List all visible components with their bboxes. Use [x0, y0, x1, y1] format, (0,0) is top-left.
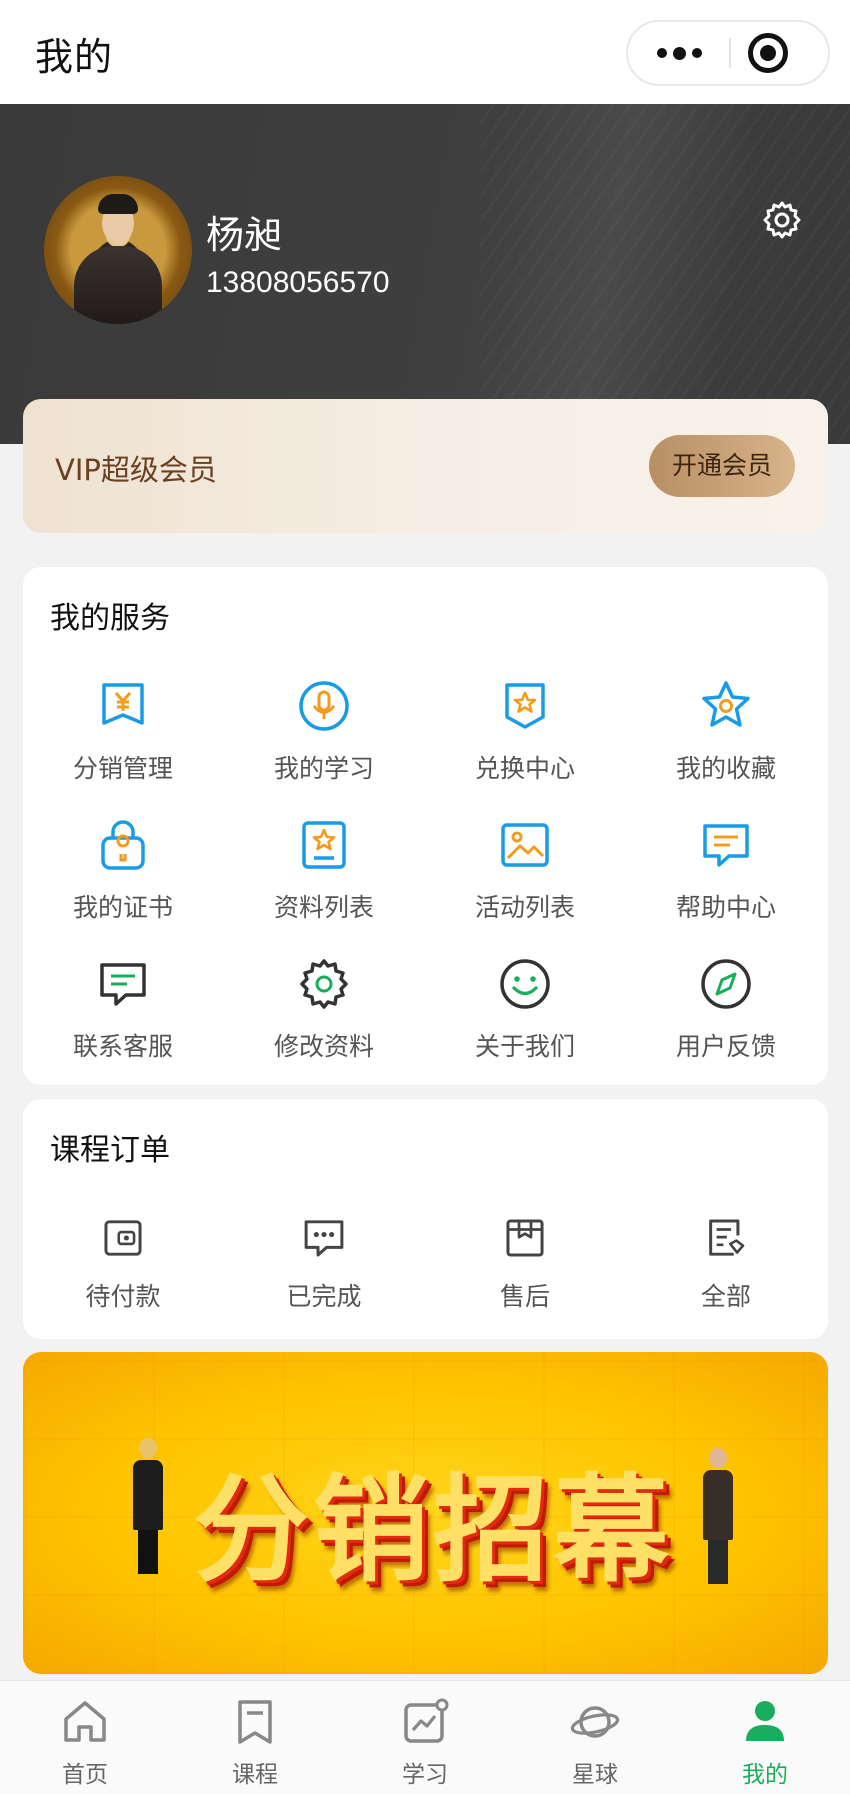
- home-icon: [64, 1701, 106, 1742]
- service-help-center[interactable]: 帮助中心: [626, 818, 826, 928]
- banner-person-left: [133, 1438, 163, 1574]
- chat-icon: [100, 963, 146, 1006]
- message-icon: [703, 824, 749, 867]
- star-badge-icon: [505, 683, 545, 729]
- service-label: 我的学习: [273, 754, 374, 783]
- profile-header: 杨昶 13808056570: [0, 104, 850, 444]
- service-label: 用户反馈: [675, 1032, 776, 1061]
- order-all[interactable]: 全部: [626, 1215, 826, 1325]
- wallet-icon: [104, 1220, 142, 1256]
- service-contact-support[interactable]: 联系客服: [23, 957, 223, 1067]
- smile-icon: [500, 959, 550, 1009]
- open-vip-button[interactable]: 开通会员: [649, 435, 795, 497]
- service-label: 修改资料: [273, 1032, 374, 1061]
- page-title: 我的: [35, 35, 114, 79]
- box-icon: [506, 1219, 544, 1257]
- service-activities[interactable]: 活动列表: [425, 818, 625, 928]
- tab-mine[interactable]: 我的: [680, 1681, 850, 1794]
- chat-dots-icon: [304, 1220, 344, 1257]
- service-my-learning[interactable]: 我的学习: [224, 679, 424, 789]
- order-label: 已完成: [286, 1282, 362, 1311]
- tab-label: 我的: [742, 1762, 788, 1788]
- gear-icon: [300, 959, 348, 1009]
- tab-label: 星球: [572, 1762, 618, 1788]
- banner-person-right: [703, 1448, 733, 1584]
- user-icon: [746, 1701, 784, 1741]
- order-label: 售后: [499, 1282, 550, 1311]
- service-materials[interactable]: 资料列表: [224, 818, 424, 928]
- capsule-divider: [729, 38, 731, 68]
- order-pending-payment[interactable]: 待付款: [23, 1215, 223, 1325]
- service-favorites[interactable]: 我的收藏: [626, 679, 826, 789]
- service-label: 我的证书: [72, 893, 173, 922]
- settings-gear-icon[interactable]: [760, 198, 804, 242]
- service-distribution[interactable]: 分销管理: [23, 679, 223, 789]
- order-label: 待付款: [85, 1282, 161, 1311]
- tab-planet[interactable]: 星球: [510, 1681, 680, 1794]
- close-mini-program-icon[interactable]: [748, 33, 788, 73]
- services-card: 我的服务 分销管理 我的学习 兑换中心 我的收藏 我的证书 资料列表 活动列表 …: [23, 567, 828, 1085]
- service-label: 联系客服: [72, 1032, 173, 1061]
- tab-study[interactable]: 学习: [340, 1681, 510, 1794]
- certificate-lock-icon: [101, 820, 145, 870]
- service-label: 分销管理: [72, 754, 173, 783]
- service-label: 兑换中心: [474, 754, 575, 783]
- star-document-icon: [302, 821, 346, 869]
- service-label: 资料列表: [273, 893, 374, 922]
- bottom-tab-bar: 首页 课程 学习 星球 我的: [0, 1680, 850, 1794]
- user-phone: 13808056570: [206, 266, 390, 299]
- avatar[interactable]: [44, 176, 192, 324]
- orders-card: 课程订单 待付款 已完成 售后 全部: [23, 1099, 828, 1339]
- more-options-icon[interactable]: [628, 22, 730, 84]
- tab-label: 学习: [402, 1762, 448, 1788]
- vip-label: VIP超级会员: [55, 453, 217, 487]
- order-after-sales[interactable]: 售后: [425, 1215, 625, 1325]
- user-name: 杨昶: [206, 213, 283, 257]
- yen-bookmark-icon: [102, 683, 144, 725]
- mini-program-capsule: [626, 20, 830, 86]
- tab-label: 课程: [232, 1762, 278, 1788]
- navigation-bar: 我的: [0, 0, 850, 104]
- service-label: 帮助中心: [675, 893, 776, 922]
- star-icon: [702, 681, 750, 727]
- chart-icon: [404, 1698, 449, 1743]
- service-exchange-center[interactable]: 兑换中心: [425, 679, 625, 789]
- service-label: 我的收藏: [675, 754, 776, 783]
- service-certificates[interactable]: 我的证书: [23, 818, 223, 928]
- tab-courses[interactable]: 课程: [170, 1681, 340, 1794]
- header-decoration: [480, 104, 850, 444]
- banner-title: 分销招幕: [193, 1463, 673, 1598]
- order-completed[interactable]: 已完成: [224, 1215, 424, 1325]
- service-label: 关于我们: [474, 1032, 575, 1061]
- tab-home[interactable]: 首页: [0, 1681, 170, 1794]
- distribution-recruitment-banner[interactable]: 分销招幕: [23, 1352, 828, 1674]
- image-icon: [501, 823, 549, 867]
- tab-label: 首页: [62, 1762, 108, 1788]
- list-icon: [709, 1219, 745, 1256]
- compass-icon: [701, 959, 751, 1009]
- service-feedback[interactable]: 用户反馈: [626, 957, 826, 1067]
- microphone-icon: [299, 681, 349, 731]
- vip-card: VIP超级会员 开通会员: [23, 399, 828, 533]
- service-label: 活动列表: [474, 893, 575, 922]
- order-label: 全部: [700, 1282, 751, 1311]
- service-edit-profile[interactable]: 修改资料: [224, 957, 424, 1067]
- bookmark-icon: [238, 1700, 272, 1744]
- planet-icon: [570, 1706, 620, 1738]
- services-title: 我的服务: [50, 601, 170, 636]
- service-about-us[interactable]: 关于我们: [425, 957, 625, 1067]
- orders-title: 课程订单: [50, 1133, 170, 1168]
